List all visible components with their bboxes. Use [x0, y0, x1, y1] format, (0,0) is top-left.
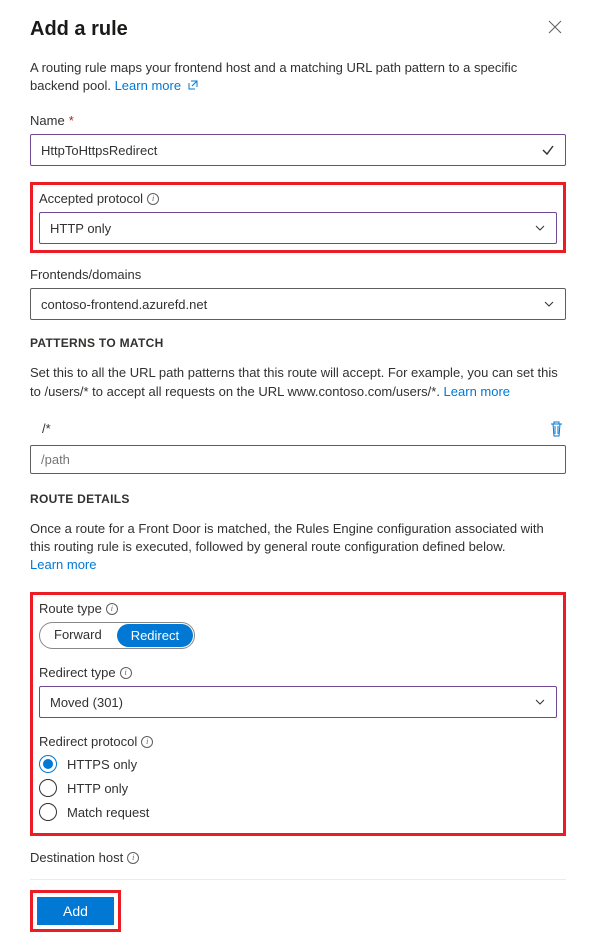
checkmark-icon — [541, 143, 555, 157]
name-label: Name — [30, 113, 65, 128]
page-title: Add a rule — [30, 18, 128, 41]
learn-more-label: Learn more — [115, 78, 181, 93]
add-button[interactable]: Add — [37, 897, 114, 925]
name-input[interactable]: HttpToHttpsRedirect — [30, 134, 566, 166]
chevron-down-icon — [543, 298, 555, 310]
radio-icon — [39, 779, 57, 797]
route-type-redirect[interactable]: Redirect — [117, 624, 193, 647]
route-type-toggle[interactable]: Forward Redirect — [39, 622, 195, 649]
chevron-down-icon — [534, 696, 546, 708]
redirect-protocol-https-only[interactable]: HTTPS only — [39, 755, 557, 773]
accepted-protocol-label: Accepted protocol — [39, 191, 143, 206]
redirect-type-value: Moved (301) — [50, 695, 123, 710]
radio-label: HTTPS only — [67, 757, 137, 772]
intro-learn-more-link[interactable]: Learn more — [115, 78, 199, 93]
pattern-item: /* — [30, 421, 541, 436]
patterns-section-title: Patterns to match — [30, 336, 566, 350]
accepted-protocol-select[interactable]: HTTP only — [39, 212, 557, 244]
info-icon[interactable]: i — [147, 193, 159, 205]
route-details-learn-more-link[interactable]: Learn more — [30, 557, 96, 572]
intro-text: A routing rule maps your frontend host a… — [30, 59, 566, 95]
route-details-section-title: Route details — [30, 492, 566, 506]
frontends-label: Frontends/domains — [30, 267, 141, 282]
redirect-protocol-http-only[interactable]: HTTP only — [39, 779, 557, 797]
accepted-protocol-value: HTTP only — [50, 221, 111, 236]
info-icon[interactable]: i — [141, 736, 153, 748]
info-icon[interactable]: i — [106, 603, 118, 615]
chevron-down-icon — [534, 222, 546, 234]
radio-label: HTTP only — [67, 781, 128, 796]
patterns-learn-more-link[interactable]: Learn more — [444, 384, 510, 399]
divider — [30, 879, 566, 880]
trash-icon[interactable] — [547, 419, 566, 439]
radio-label: Match request — [67, 805, 149, 820]
route-details-help-text: Once a route for a Front Door is matched… — [30, 521, 544, 554]
close-icon[interactable] — [544, 18, 566, 40]
intro-body: A routing rule maps your frontend host a… — [30, 60, 517, 93]
redirect-type-select[interactable]: Moved (301) — [39, 686, 557, 718]
info-icon[interactable]: i — [127, 852, 139, 864]
patterns-help: Set this to all the URL path patterns th… — [30, 364, 566, 400]
route-type-forward[interactable]: Forward — [40, 623, 116, 648]
radio-icon — [39, 803, 57, 821]
redirect-protocol-match-request[interactable]: Match request — [39, 803, 557, 821]
destination-host-label: Destination host — [30, 850, 123, 865]
info-icon[interactable]: i — [120, 667, 132, 679]
route-type-label: Route type — [39, 601, 102, 616]
redirect-type-label: Redirect type — [39, 665, 116, 680]
radio-icon — [39, 755, 57, 773]
external-link-icon — [185, 78, 199, 93]
frontends-value: contoso-frontend.azurefd.net — [41, 297, 207, 312]
required-indicator: * — [69, 113, 74, 128]
frontends-select[interactable]: contoso-frontend.azurefd.net — [30, 288, 566, 320]
pattern-input[interactable] — [30, 445, 566, 474]
redirect-protocol-label: Redirect protocol — [39, 734, 137, 749]
name-value: HttpToHttpsRedirect — [41, 143, 157, 158]
route-details-help: Once a route for a Front Door is matched… — [30, 520, 566, 575]
